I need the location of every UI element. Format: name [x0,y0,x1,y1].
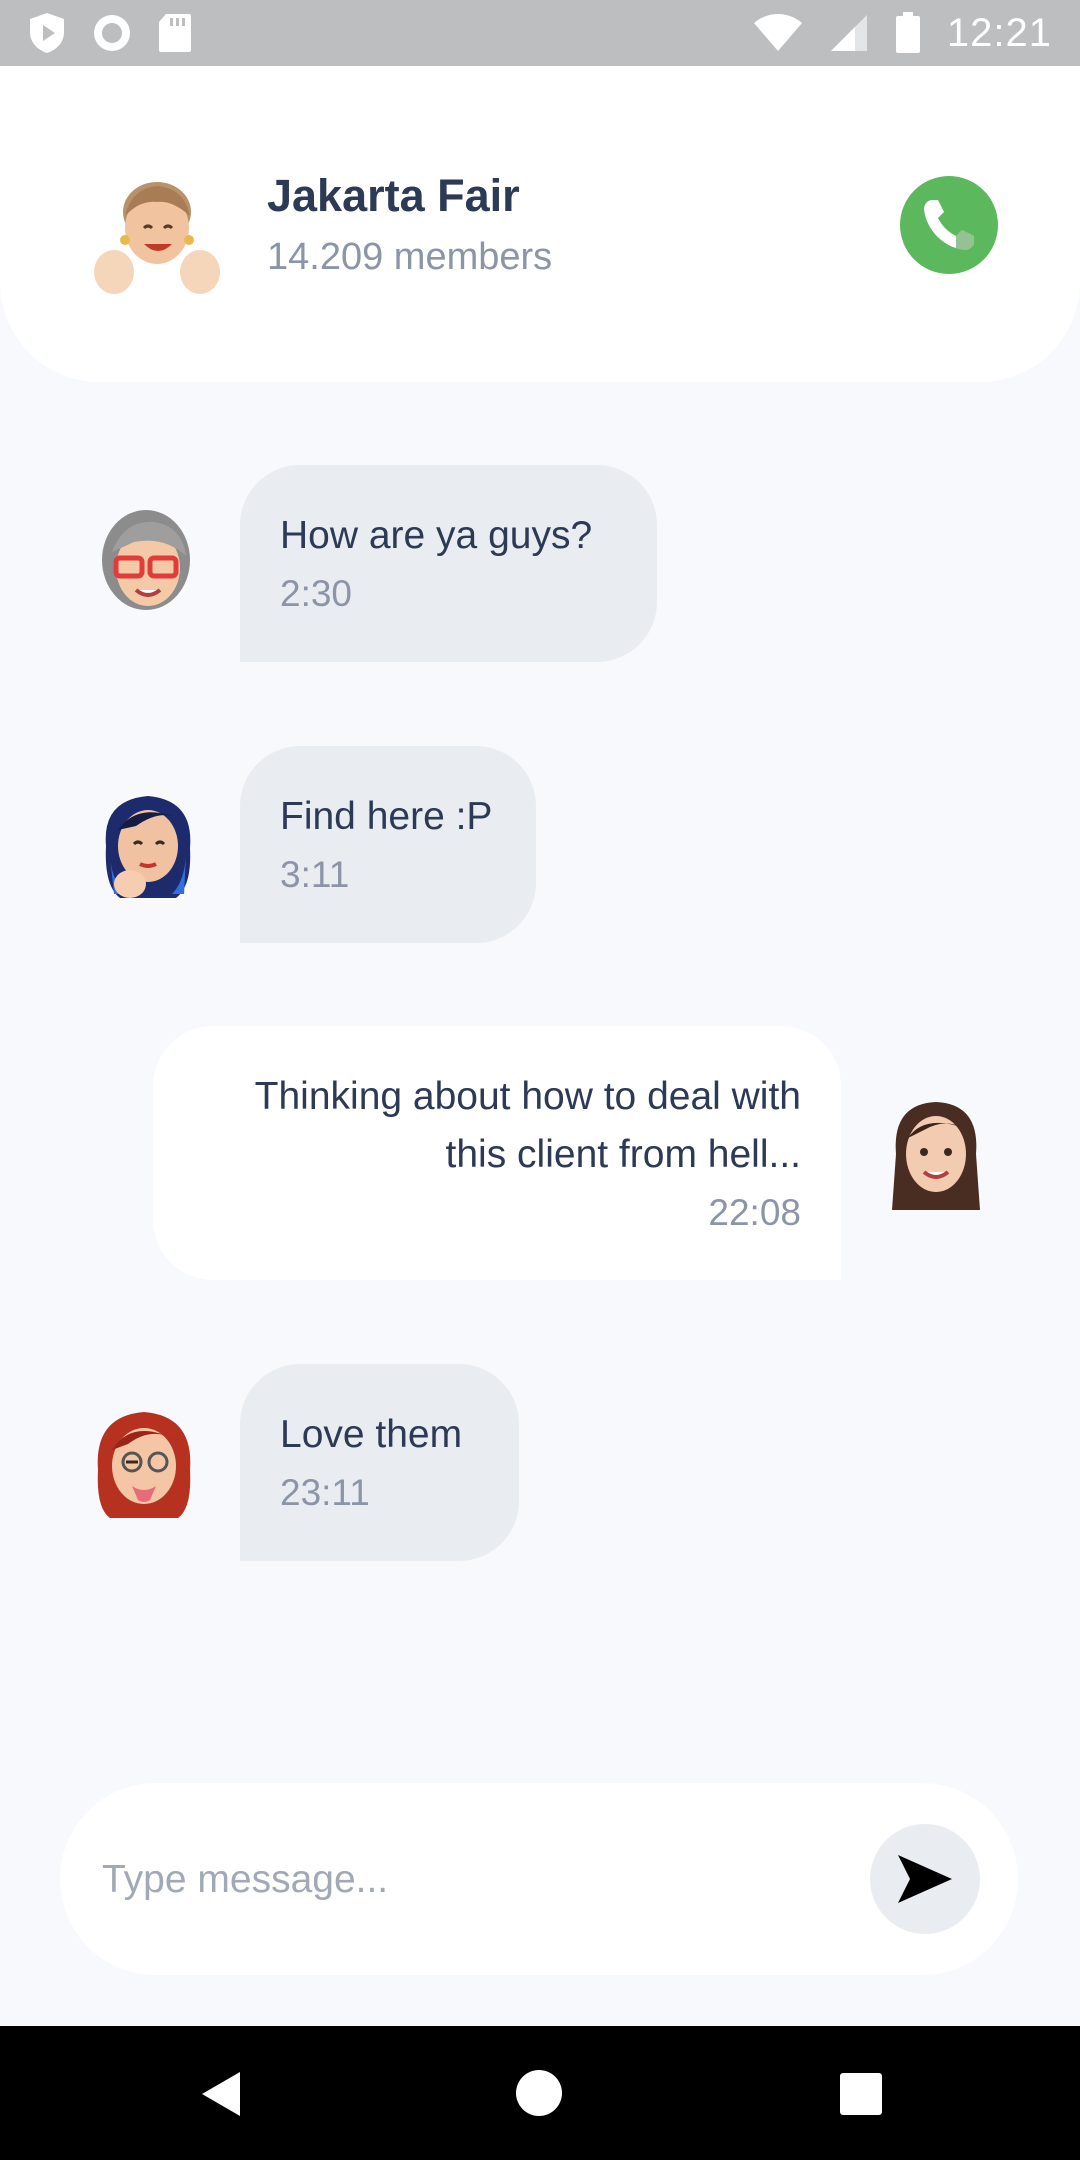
message-time: 22:08 [708,1192,801,1233]
chat-header: Jakarta Fair 14.209 members [0,66,1080,382]
message-time: 2:30 [280,573,353,614]
status-bar: 12:21 [0,0,1080,66]
recents-icon[interactable] [840,2073,882,2115]
message-time: 3:11 [280,854,350,895]
status-time: 12:21 [946,10,1052,55]
group-avatar [94,182,220,294]
phone-icon [924,200,974,250]
message-text: Find here :P [280,795,493,838]
my-avatar [892,1102,980,1210]
sender-avatar [105,796,191,898]
home-icon[interactable] [516,2070,562,2116]
message-bubble[interactable]: Find here :P 3:11 [240,746,536,943]
sd-card-icon [159,14,191,52]
message-input[interactable] [100,1843,864,1917]
group-name: Jakarta Fair [267,170,520,221]
message-bubble[interactable]: Love them 23:11 [240,1364,519,1561]
member-count: 14.209 members [267,236,553,278]
signal-icon [830,15,867,51]
sender-avatar [102,510,190,610]
message-composer [60,1783,1018,1975]
sender-avatar [97,1412,191,1518]
circle-record-icon [94,15,130,51]
message-time: 23:11 [280,1472,370,1513]
call-button[interactable] [900,176,998,274]
message-text-line2: this client from hell... [445,1133,801,1176]
message-bubble[interactable]: How are ya guys? 2:30 [240,465,657,662]
message-bubble[interactable]: Thinking about how to deal with this cli… [153,1026,841,1280]
send-button[interactable] [870,1824,980,1934]
shield-play-icon [30,13,64,53]
message-text: Love them [280,1413,463,1456]
message-text-line1: Thinking about how to deal with [254,1075,801,1118]
message-text: How are ya guys? [280,514,593,557]
back-icon[interactable] [200,2070,242,2118]
battery-icon [895,12,920,53]
navigation-bar [0,2026,1080,2160]
wifi-icon [753,14,802,51]
send-arrow-icon [898,1855,952,1903]
